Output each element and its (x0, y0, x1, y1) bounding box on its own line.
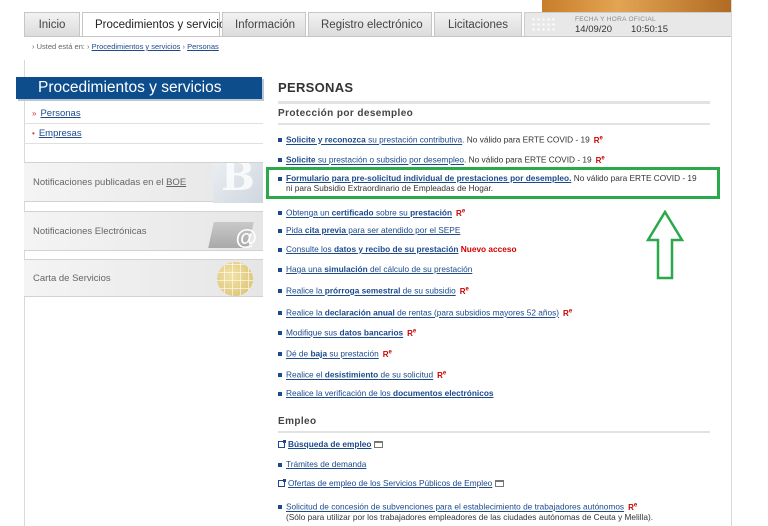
page-title: Personas (278, 80, 710, 104)
sidebar-block-carta[interactable]: Carta de Servicios (24, 259, 263, 297)
breadcrumb-link-procedimientos[interactable]: Procedimientos y servicios (92, 42, 181, 51)
external-link-icon (278, 479, 286, 488)
breadcrumb-prefix: › Usted está en: › (32, 42, 90, 51)
sidebar-item-label[interactable]: Personas (40, 108, 80, 119)
link-prestacion-contributiva[interactable]: Solicite y reconozca su prestación contr… (278, 133, 603, 146)
link-datos-recibo[interactable]: Consulte los datos y recibo de su presta… (278, 244, 517, 255)
tab-licitaciones[interactable]: Licitaciones (434, 12, 522, 36)
bullet-icon (278, 247, 282, 252)
link-declaracion-anual[interactable]: Realice la declaración anual de rentas (… (278, 306, 572, 319)
new-window-icon (495, 480, 505, 488)
main-content: Personas Protección por desempleo Solici… (278, 80, 718, 522)
highlight-box (266, 167, 720, 199)
sidebar-block-boe[interactable]: Notificaciones publicadas en el BOE B (24, 162, 263, 203)
sidebar-item-label[interactable]: Empresas (39, 128, 82, 139)
tab-inicio[interactable]: Inicio (24, 12, 80, 36)
bullet-icon (278, 289, 282, 294)
link-text[interactable]: prestación contributiva (379, 135, 462, 145)
link-desistimiento[interactable]: Realice el desistimiento de su solicitud… (278, 368, 446, 381)
bullet-icon (278, 267, 282, 272)
bullet-icon (278, 352, 282, 357)
registro-electronico-icon: Re (595, 155, 605, 165)
bullet-icon (278, 311, 282, 316)
link-text[interactable]: Solicite (286, 155, 316, 165)
header-decoration (542, 0, 732, 12)
link-text[interactable]: su (316, 155, 329, 165)
carta-label: Carta de Servicios (33, 273, 111, 284)
sidebar-item-personas[interactable]: » Personas (24, 104, 263, 124)
link-prorroga[interactable]: Realice la prórroga semestral de su subs… (278, 284, 469, 297)
bullet-icon (278, 211, 282, 216)
link-prestacion-subsidio[interactable]: Solicite su prestación o subsidio por de… (278, 153, 605, 166)
breadcrumb-separator: › (182, 42, 186, 51)
registro-electronico-icon: Re (628, 502, 638, 512)
new-window-icon (374, 441, 384, 449)
new-access-badge: Nuevo acceso (458, 244, 517, 254)
registro-electronico-icon: Re (593, 135, 603, 145)
sidebar-bullet: • (32, 129, 35, 138)
bullet-icon (278, 331, 282, 336)
link-subvenciones-autonomos[interactable]: Solicitud de concesión de subvenciones p… (278, 500, 637, 513)
subvenciones-note: (Sólo para utilizar por los trabajadores… (286, 512, 654, 522)
link-text[interactable]: Solicite y reconozca (286, 135, 366, 145)
section-empleo: Empleo (278, 416, 710, 433)
top-navigation: Inicio Procedimientos y servicios Inform… (24, 0, 732, 36)
link-ofertas-empleo[interactable]: Ofertas de empleo de los Servicios Públi… (278, 478, 505, 489)
external-link-icon (278, 440, 286, 449)
sidebar-title: Procedimientos y servicios (16, 77, 262, 99)
bullet-icon (278, 138, 282, 143)
bullet-icon (278, 505, 282, 510)
nav-tabs: Inicio Procedimientos y servicios Inform… (24, 12, 524, 36)
registro-electronico-icon: Re (382, 349, 392, 359)
tab-procedimientos[interactable]: Procedimientos y servicios (82, 12, 231, 36)
clock-time: 10:50:15 (631, 24, 668, 35)
registro-electronico-icon: Re (459, 286, 469, 296)
bullet-icon (278, 391, 282, 396)
tab-informacion[interactable]: Información (222, 12, 306, 36)
boe-label: Notificaciones publicadas en el (33, 177, 167, 188)
link-datos-bancarios[interactable]: Modifique sus datos bancarios Re (278, 326, 416, 339)
registro-electronico-icon: Re (563, 308, 573, 318)
registro-electronico-icon: Re (407, 328, 417, 338)
clock-label: Fecha y hora oficial (575, 16, 656, 23)
bullet-icon (278, 373, 282, 378)
sidebar-bullet: » (32, 109, 37, 118)
link-baja[interactable]: Dé de baja su prestación Re (278, 347, 392, 360)
link-tramites-demanda[interactable]: Trámites de demanda (278, 459, 366, 470)
page-frame-right (731, 0, 732, 526)
sidebar-block-notificaciones[interactable]: Notificaciones Electrónicas @ (24, 211, 263, 251)
globe-icon (217, 262, 253, 296)
boe-logo-letter: B (221, 163, 255, 200)
up-arrow-icon (646, 210, 684, 280)
mail-icon: @ (205, 212, 263, 252)
boe-link[interactable]: BOE (166, 177, 186, 188)
notificaciones-label: Notificaciones Electrónicas (33, 226, 147, 237)
clock-decoration (531, 17, 557, 33)
link-text[interactable]: prestación o subsidio por desempleo (329, 155, 464, 165)
link-verificacion-documentos[interactable]: Realice la verificación de los documento… (278, 388, 494, 399)
link-text[interactable]: su (366, 135, 379, 145)
tab-registro-electronico[interactable]: Registro electrónico (308, 12, 432, 36)
link-busqueda-empleo[interactable]: Búsqueda de empleo (278, 439, 384, 450)
official-clock: Fecha y hora oficial 14/09/20 10:50:15 (524, 12, 732, 36)
boe-logo-image: B (213, 163, 263, 203)
section-proteccion: Protección por desempleo (278, 108, 710, 125)
bullet-icon (278, 462, 282, 467)
link-note: No válido para ERTE COVID - 19 (464, 134, 590, 145)
link-simulacion[interactable]: Haga una simulación del cálculo de su pr… (278, 264, 472, 275)
link-certificado[interactable]: Obtenga un certificado sobre su prestaci… (278, 206, 465, 219)
bullet-icon (278, 228, 282, 233)
breadcrumb-link-personas[interactable]: Personas (187, 42, 219, 51)
sidebar-item-empresas[interactable]: • Empresas (24, 124, 263, 144)
link-cita-previa[interactable]: Pida cita previa para ser atendido por e… (278, 225, 460, 236)
registro-electronico-icon: Re (437, 370, 447, 380)
clock-date: 14/09/20 (575, 24, 612, 35)
nav-divider (24, 36, 732, 37)
link-note: No válido para ERTE COVID - 19 (466, 154, 592, 165)
breadcrumb: › Usted está en: › Procedimientos y serv… (32, 42, 219, 51)
registro-electronico-icon: Re (456, 208, 466, 218)
sidebar-menu: » Personas • Empresas (24, 104, 263, 144)
bullet-icon (278, 158, 282, 163)
